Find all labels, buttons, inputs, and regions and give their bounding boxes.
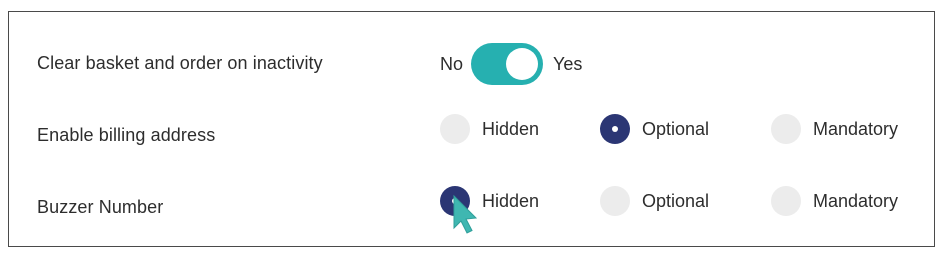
buzzer-option-hidden-label: Hidden	[482, 190, 540, 211]
radio-icon[interactable]	[771, 114, 801, 144]
radio-selected-icon[interactable]	[440, 186, 470, 216]
billing-option-mandatory[interactable]: Mandatory	[771, 114, 898, 144]
radio-selected-icon[interactable]	[600, 114, 630, 144]
clear-basket-label: Clear basket and order on inactivity	[37, 53, 323, 73]
buzzer-option-optional-label: Optional	[642, 190, 710, 211]
settings-panel: Clear basket and order on inactivity No …	[8, 11, 935, 247]
buzzer-option-hidden[interactable]: Hidden	[440, 186, 539, 216]
billing-address-label: Enable billing address	[37, 125, 216, 145]
radio-icon[interactable]	[440, 114, 470, 144]
buzzer-option-mandatory-label: Mandatory	[813, 190, 899, 211]
billing-option-optional-label: Optional	[642, 118, 710, 139]
billing-option-optional[interactable]: Optional	[600, 114, 709, 144]
buzzer-option-optional[interactable]: Optional	[600, 186, 709, 216]
buzzer-number-label: Buzzer Number	[37, 197, 164, 217]
radio-icon[interactable]	[600, 186, 630, 216]
radio-icon[interactable]	[771, 186, 801, 216]
clear-basket-toggle-group: No Yes	[440, 42, 582, 86]
billing-option-mandatory-label: Mandatory	[813, 118, 899, 139]
buzzer-option-mandatory[interactable]: Mandatory	[771, 186, 898, 216]
clear-basket-toggle[interactable]	[471, 43, 544, 85]
billing-option-hidden-label: Hidden	[482, 118, 540, 139]
toggle-no-label: No	[440, 53, 464, 74]
toggle-yes-label: Yes	[553, 53, 583, 74]
billing-option-hidden[interactable]: Hidden	[440, 114, 539, 144]
toggle-knob	[506, 48, 539, 80]
